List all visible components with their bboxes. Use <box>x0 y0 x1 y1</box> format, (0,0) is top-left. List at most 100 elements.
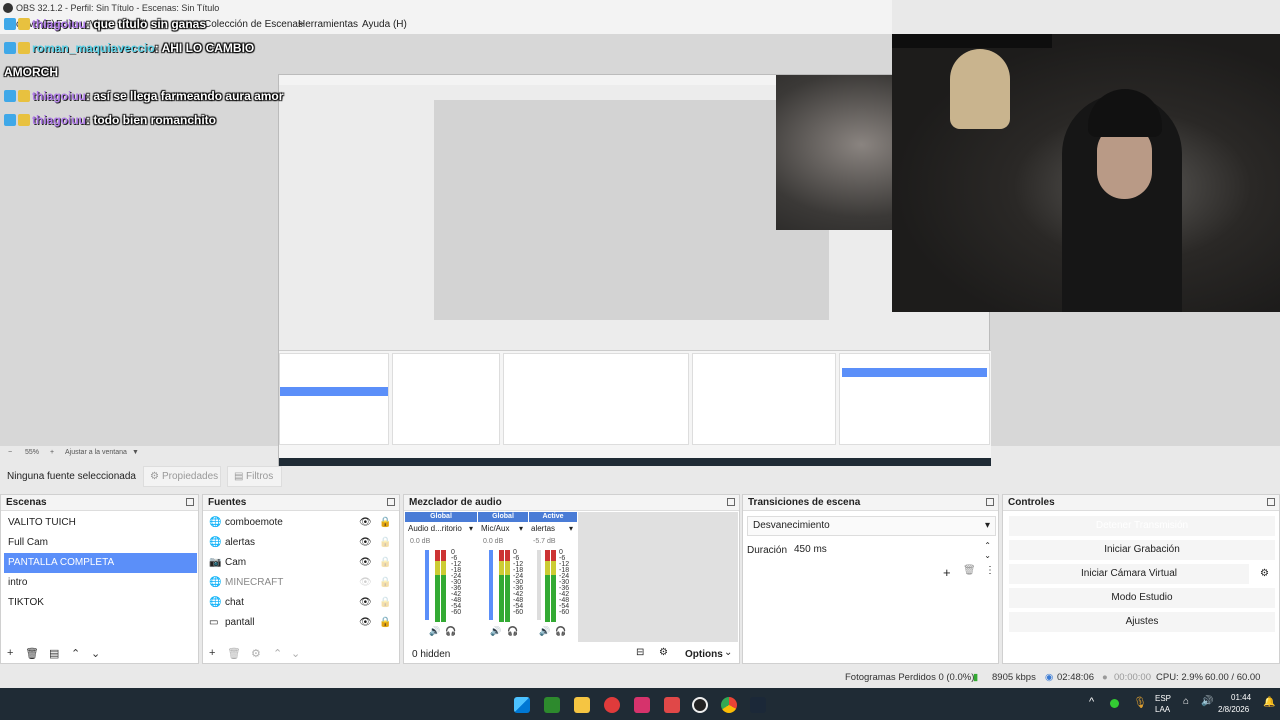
options-button[interactable]: Options <box>685 649 723 660</box>
volume-icon[interactable]: 🔊 <box>1201 696 1213 707</box>
scene-item-selected[interactable]: PANTALLA COMPLETA <box>4 553 197 573</box>
headphones-icon[interactable]: 🎧 <box>445 626 456 637</box>
start-virtual-camera-button[interactable]: Iniciar Cámara Virtual <box>1009 564 1249 584</box>
add-icon[interactable]: + <box>943 565 951 580</box>
volume-slider[interactable] <box>425 550 429 620</box>
scene-item[interactable]: Full Cam <box>8 533 196 553</box>
source-item[interactable]: 🌐 chat 👁 🔒 <box>209 593 395 613</box>
layout-icon[interactable]: ⊟ <box>636 647 644 658</box>
gear-icon[interactable]: ⚙ <box>251 647 261 660</box>
trash-icon[interactable]: 🗑 <box>227 647 241 660</box>
app-icon[interactable] <box>664 697 680 713</box>
move-down-icon[interactable]: ⌄ <box>291 647 300 660</box>
filter-icon[interactable]: ▤ <box>49 647 59 660</box>
unlock-icon[interactable]: 🔒 <box>379 533 391 553</box>
chevron-down-icon: ▾ <box>984 520 990 531</box>
unlock-icon[interactable]: 🔒 <box>379 553 391 573</box>
scene-item[interactable]: VALITO TUICH <box>8 513 196 533</box>
record-app-icon[interactable] <box>604 697 620 713</box>
chevron-down-icon[interactable]: ▾ <box>469 524 473 533</box>
source-item[interactable]: 🌐 comboemote 👁 🔒 <box>209 513 395 533</box>
dock-float-icon[interactable] <box>186 498 194 506</box>
layout-indicator[interactable]: LAA <box>1155 705 1170 714</box>
eye-hidden-icon[interactable]: 👁 <box>359 573 372 593</box>
channel-name[interactable]: alertas <box>531 524 555 533</box>
dropped-frames: Fotogramas Perdidos 0 (0.0%) <box>845 672 975 683</box>
chevron-down-icon[interactable]: ▼ <box>132 447 139 459</box>
add-icon[interactable]: + <box>209 647 215 659</box>
settings-button[interactable]: Ajustes <box>1009 612 1275 632</box>
valorant-icon[interactable] <box>634 697 650 713</box>
clock-date[interactable]: 2/8/2026 <box>1218 705 1249 714</box>
microphone-icon[interactable]: 🎙 <box>1133 696 1147 709</box>
zoom-fit-select[interactable]: Ajustar a la ventana <box>65 447 127 459</box>
trash-icon[interactable]: 🗑 <box>963 565 976 576</box>
unlock-icon[interactable]: 🔒 <box>379 573 391 593</box>
folder-icon[interactable] <box>574 697 590 713</box>
audio-mixer-dock: Mezclador de audio Global Global Active … <box>403 494 740 664</box>
dock-float-icon[interactable] <box>727 498 735 506</box>
chevron-down-icon[interactable]: ⌄ <box>984 546 991 566</box>
dock-float-icon[interactable] <box>387 498 395 506</box>
dock-float-icon[interactable] <box>986 498 994 506</box>
headphones-icon[interactable]: 🎧 <box>507 626 518 637</box>
eye-icon[interactable]: 👁 <box>359 553 372 573</box>
transition-select[interactable]: Desvanecimiento ▾ <box>747 516 996 536</box>
windows-start-icon[interactable] <box>514 697 530 713</box>
settings-icon[interactable]: ⚙ <box>659 647 668 658</box>
speaker-icon[interactable]: 🔊 <box>539 626 550 637</box>
chevron-up-icon[interactable]: ^ <box>1089 696 1094 708</box>
zoom-out-button[interactable]: − <box>8 447 12 459</box>
xbox-icon[interactable] <box>544 697 560 713</box>
gear-icon[interactable]: ⚙ <box>1260 568 1269 579</box>
zoom-in-button[interactable]: + <box>50 447 54 459</box>
scene-item[interactable]: intro <box>8 573 196 593</box>
menu-help[interactable]: Ayuda (H) <box>362 16 407 34</box>
obs-taskbar-icon[interactable] <box>692 697 708 713</box>
steam-icon[interactable] <box>750 697 766 713</box>
start-recording-button[interactable]: Iniciar Grabación <box>1009 540 1275 560</box>
source-item[interactable]: ▭ pantall 👁 🔒 <box>209 613 395 633</box>
lock-icon[interactable]: 🔒 <box>379 513 391 533</box>
eye-icon[interactable]: 👁 <box>359 513 372 533</box>
more-icon[interactable]: ⋮ <box>985 565 995 576</box>
properties-button[interactable]: ⚙ Propiedades <box>143 466 221 487</box>
trash-icon[interactable]: 🗑 <box>25 647 39 660</box>
speaker-icon[interactable]: 🔊 <box>490 626 501 637</box>
move-up-icon[interactable]: ⌃ <box>71 647 80 660</box>
source-item[interactable]: 🌐 alertas 👁 🔒 <box>209 533 395 553</box>
stop-stream-button[interactable]: Detener Transmisión <box>1009 516 1275 536</box>
unlock-icon[interactable]: 🔒 <box>379 593 391 613</box>
eye-icon[interactable]: 👁 <box>359 533 372 553</box>
scene-item[interactable]: TIKTOK <box>8 593 196 613</box>
notification-icon[interactable]: 🔔 <box>1263 697 1275 708</box>
headphones-icon[interactable]: 🎧 <box>555 626 566 637</box>
move-up-icon[interactable]: ⌃ <box>273 647 282 660</box>
channel-name[interactable]: Mic/Aux <box>481 524 509 533</box>
volume-slider[interactable] <box>537 550 541 620</box>
duration-input[interactable]: 450 ms ⌃ ⌄ <box>789 540 995 560</box>
source-item[interactable]: 📷 Cam 👁 🔒 <box>209 553 395 573</box>
language-indicator[interactable]: ESP <box>1155 694 1171 703</box>
speaker-icon[interactable]: 🔊 <box>429 626 440 637</box>
channel-name[interactable]: Audio d...ritorio <box>408 524 462 533</box>
move-down-icon[interactable]: ⌄ <box>91 647 100 660</box>
tray-status-icon[interactable] <box>1110 699 1119 708</box>
chevron-down-icon[interactable]: ⌄ <box>724 647 732 658</box>
menu-tools[interactable]: Herramientas <box>298 16 358 34</box>
eye-icon[interactable]: 👁 <box>359 593 372 613</box>
dock-float-icon[interactable] <box>1267 498 1275 506</box>
studio-mode-button[interactable]: Modo Estudio <box>1009 588 1275 608</box>
eye-icon[interactable]: 👁 <box>359 613 372 633</box>
chrome-icon[interactable] <box>721 697 737 713</box>
add-icon[interactable]: + <box>7 647 13 659</box>
network-icon[interactable]: ⌂ <box>1183 696 1189 707</box>
chevron-down-icon[interactable]: ▾ <box>569 524 573 533</box>
lock-icon[interactable]: 🔒 <box>379 613 391 633</box>
chevron-down-icon[interactable]: ▾ <box>519 524 523 533</box>
clock-time[interactable]: 01:44 <box>1231 693 1251 702</box>
filters-button[interactable]: ▤ Filtros <box>227 466 282 487</box>
hidden-count[interactable]: 0 hidden <box>412 649 450 660</box>
volume-slider[interactable] <box>489 550 493 620</box>
source-item-hidden[interactable]: 🌐 MINECRAFT 👁 🔒 <box>209 573 395 593</box>
